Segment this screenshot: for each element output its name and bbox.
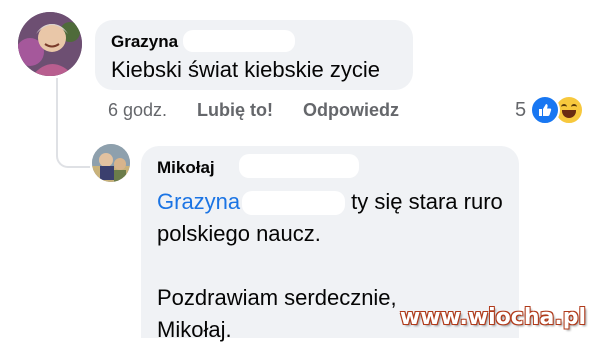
reply-text-line1: ty się stara ruro xyxy=(351,189,503,214)
comment-actions: 6 godz. Lubię to! Odpowiedz xyxy=(108,100,399,121)
reply-avatar-photo xyxy=(92,144,130,182)
reply-avatar[interactable] xyxy=(92,144,130,182)
like-button[interactable]: Lubię to! xyxy=(197,100,273,121)
comment-time[interactable]: 6 godz. xyxy=(108,100,167,121)
comment-author[interactable]: Grazyna xyxy=(111,32,178,52)
thread-connector xyxy=(56,154,90,168)
redacted-mention xyxy=(242,191,346,216)
reaction-count: 5 xyxy=(515,98,527,121)
watermark: www.wiocha.pl xyxy=(399,305,586,330)
avatar[interactable] xyxy=(18,12,82,76)
reply-line-2: polskiego naucz. xyxy=(157,221,321,246)
like-icon xyxy=(530,95,561,125)
reply-author[interactable]: Mikołaj xyxy=(157,158,215,178)
avatar-photo xyxy=(18,12,82,76)
thread-line xyxy=(56,78,58,156)
comment-bubble: Grazyna Kiebski świat kiebskie zycie xyxy=(95,20,413,90)
comment-text: Kiebski świat kiebskie zycie xyxy=(111,57,380,82)
reply-line-1: Grazyna ty się stara ruro xyxy=(157,186,507,218)
mention-link[interactable]: Grazyna xyxy=(157,189,240,214)
redacted-surname xyxy=(239,154,359,178)
reply-button[interactable]: Odpowiedz xyxy=(303,100,399,121)
redacted-surname xyxy=(183,30,295,52)
reaction-summary[interactable]: 5 xyxy=(515,95,585,125)
